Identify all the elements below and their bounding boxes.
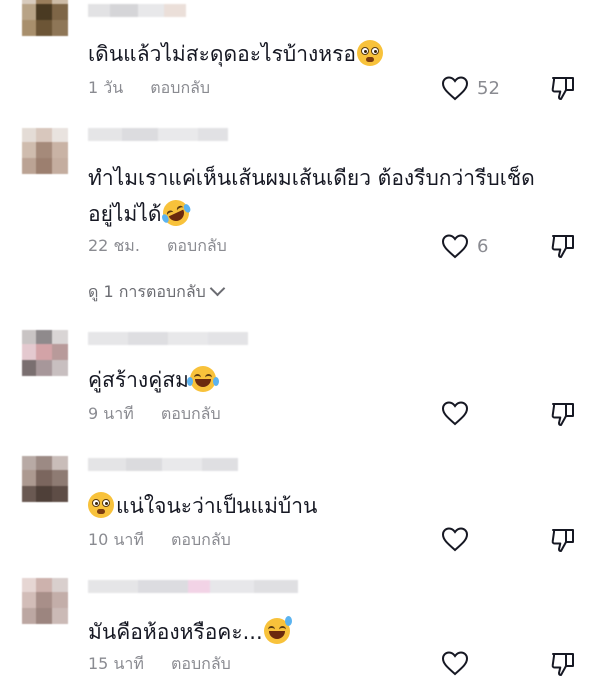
view-replies-label: ดู 1 การตอบกลับ <box>88 282 206 301</box>
comment-text-content: มันคือห้องหรือคะ... <box>88 620 263 644</box>
avatar[interactable] <box>22 456 68 502</box>
flushed-face-icon <box>357 40 383 66</box>
comment-text: เดินแล้วไม่สะดุดอะไรบ้างหรอ <box>88 36 588 72</box>
avatar[interactable] <box>22 0 68 36</box>
username[interactable] <box>88 4 198 30</box>
comment-time: 10 นาที <box>88 530 144 549</box>
dislike-button[interactable] <box>549 400 577 432</box>
grinning-sweat-face-icon <box>263 616 292 644</box>
dislike-button[interactable] <box>549 650 577 682</box>
comment-text: ทำไมเราแค่เห็นเส้นผมเส้นเดียว ต้องรีบกว่… <box>88 160 588 232</box>
comment-text-line: ทำไมเราแค่เห็นเส้นผมเส้นเดียว ต้องรีบกว่… <box>88 166 535 190</box>
thumbs-down-icon <box>551 77 574 100</box>
thumbs-down-icon <box>551 403 574 426</box>
heart-icon <box>441 651 469 676</box>
reply-button[interactable]: ตอบกลับ <box>171 529 231 551</box>
avatar[interactable] <box>22 578 68 624</box>
reply-button[interactable]: ตอบกลับ <box>171 653 231 675</box>
thumbs-down-icon <box>551 235 574 258</box>
flushed-face-icon <box>88 492 114 518</box>
username[interactable] <box>88 458 238 484</box>
comment-text-line: อยู่ไม่ได้ <box>88 202 162 226</box>
dislike-button[interactable] <box>549 74 577 106</box>
thumbs-down-icon <box>551 529 574 552</box>
comment-time: 22 ชม. <box>88 236 140 255</box>
comment-text: มันคือห้องหรือคะ... <box>88 614 588 650</box>
like-button[interactable]: 6 <box>441 233 488 259</box>
like-button[interactable] <box>441 650 469 676</box>
comment-meta: 10 นาที ตอบกลับ <box>88 529 231 551</box>
comment-text-content: คู่สร้างคู่สม <box>88 368 189 392</box>
username[interactable] <box>88 128 228 154</box>
heart-icon <box>441 527 469 552</box>
username[interactable] <box>88 580 298 606</box>
comment-meta: 22 ชม. ตอบกลับ <box>88 235 227 257</box>
comment-text-content: แน่ใจนะว่าเป็นแม่บ้าน <box>116 494 318 518</box>
dislike-button[interactable] <box>549 526 577 558</box>
comment-text: แน่ใจนะว่าเป็นแม่บ้าน <box>88 488 588 524</box>
comment-meta: 9 นาที ตอบกลับ <box>88 403 221 425</box>
comment-time: 9 นาที <box>88 404 134 423</box>
reply-button[interactable]: ตอบกลับ <box>161 403 221 425</box>
reply-button[interactable]: ตอบกลับ <box>167 235 227 257</box>
comment-text: คู่สร้างคู่สม <box>88 362 588 398</box>
tears-of-joy-face-icon <box>186 366 219 392</box>
avatar[interactable] <box>22 128 68 174</box>
comment-meta: 15 นาที ตอบกลับ <box>88 653 231 675</box>
chevron-down-icon <box>209 280 226 297</box>
heart-icon <box>441 76 469 101</box>
heart-icon <box>441 234 469 259</box>
like-button[interactable] <box>441 400 469 426</box>
comment-text-content: เดินแล้วไม่สะดุดอะไรบ้างหรอ <box>88 42 356 66</box>
view-replies-button[interactable]: ดู 1 การตอบกลับ <box>88 280 226 303</box>
avatar[interactable] <box>22 330 68 376</box>
thumbs-down-icon <box>551 653 574 676</box>
rolling-laughing-face-icon <box>158 195 193 231</box>
dislike-button[interactable] <box>549 232 577 264</box>
like-button[interactable] <box>441 526 469 552</box>
comment-time: 1 วัน <box>88 78 124 97</box>
like-count: 6 <box>477 235 489 257</box>
like-count: 52 <box>477 77 500 99</box>
comment-meta: 1 วัน ตอบกลับ <box>88 77 210 99</box>
reply-button[interactable]: ตอบกลับ <box>150 77 210 99</box>
username[interactable] <box>88 332 248 358</box>
heart-icon <box>441 401 469 426</box>
comment-time: 15 นาที <box>88 654 144 673</box>
like-button[interactable]: 52 <box>441 75 500 101</box>
